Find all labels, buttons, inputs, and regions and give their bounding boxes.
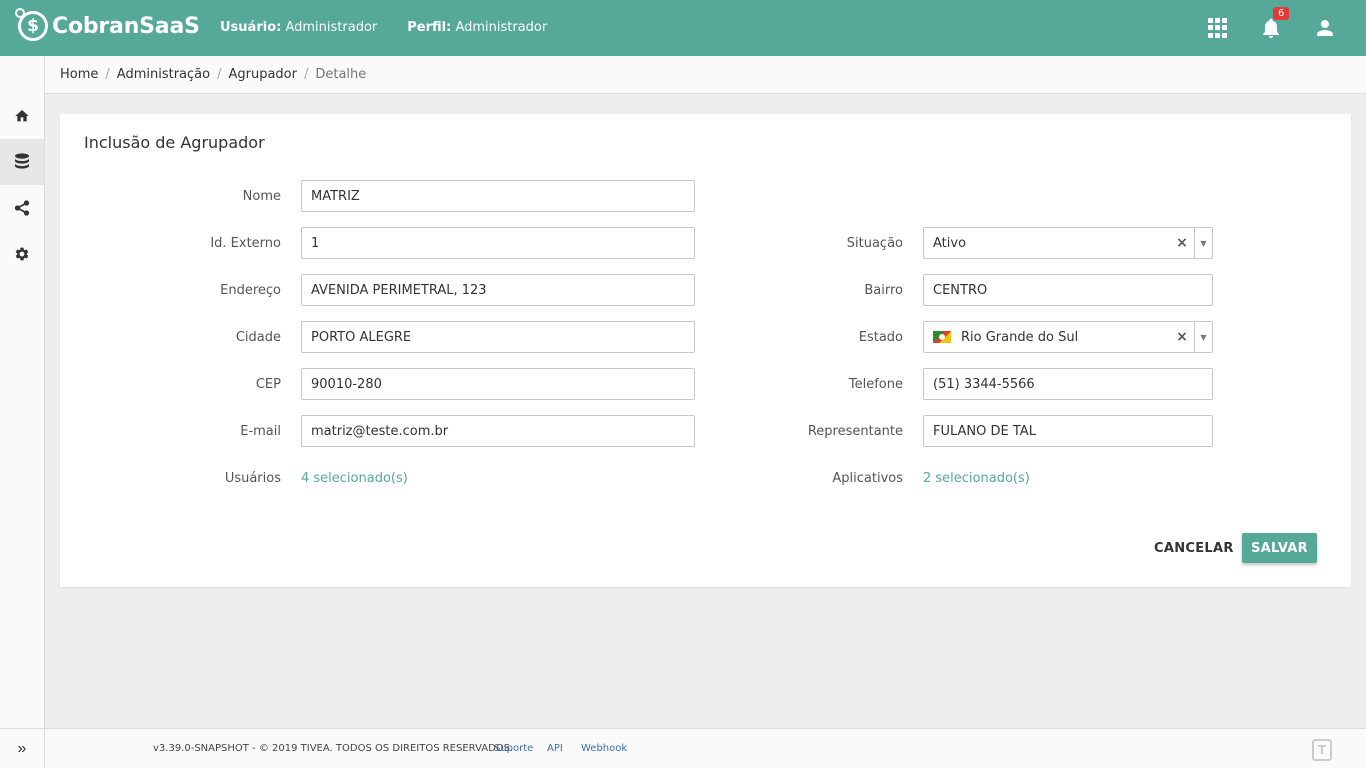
- state-flag-icon: [933, 331, 951, 343]
- save-button[interactable]: SALVAR: [1242, 533, 1317, 563]
- user-info-user: Usuário: Administrador: [220, 20, 378, 35]
- footer: v3.39.0-SNAPSHOT - © 2019 TIVEA. TODOS O…: [45, 728, 1366, 768]
- estado-label: Estado: [858, 330, 903, 345]
- representante-field[interactable]: [923, 415, 1213, 447]
- breadcrumb-agrupador[interactable]: Agrupador: [228, 67, 297, 82]
- sidebar-item-settings[interactable]: [0, 231, 44, 277]
- id-externo-label: Id. Externo: [210, 236, 281, 251]
- nome-field[interactable]: [301, 180, 695, 212]
- sidebar-expand-button[interactable]: »: [0, 728, 44, 768]
- bairro-input[interactable]: [933, 282, 1203, 298]
- nome-input[interactable]: [311, 188, 685, 204]
- sidebar: »: [0, 56, 45, 768]
- top-bar: CobranSaaS Usuário: Administrador Perfil…: [0, 0, 1366, 56]
- breadcrumb-detalhe: Detalhe: [315, 67, 367, 82]
- cidade-input[interactable]: [311, 329, 685, 345]
- representante-input[interactable]: [933, 423, 1203, 439]
- sidebar-item-database[interactable]: [0, 139, 44, 185]
- estado-select[interactable]: Rio Grande do Sul × ▼: [923, 321, 1213, 353]
- situacao-clear-icon[interactable]: ×: [1170, 235, 1194, 251]
- aplicativos-selection-link[interactable]: 2 selecionado(s): [923, 471, 1030, 486]
- tivea-logo-icon: T: [1312, 739, 1332, 761]
- cancel-button[interactable]: CANCELAR: [1154, 541, 1234, 556]
- footer-copyright: v3.39.0-SNAPSHOT - © 2019 TIVEA. TODOS O…: [153, 743, 514, 754]
- situacao-select[interactable]: Ativo × ▼: [923, 227, 1213, 259]
- apps-grid-icon[interactable]: [1206, 16, 1230, 40]
- usuarios-label: Usuários: [224, 471, 281, 486]
- page-title: Inclusão de Agrupador: [84, 133, 265, 152]
- coin-icon: [15, 8, 48, 41]
- sidebar-item-home[interactable]: [0, 93, 44, 139]
- endereco-input[interactable]: [311, 282, 685, 298]
- home-icon: [15, 110, 29, 122]
- cep-input[interactable]: [311, 376, 685, 392]
- endereco-field[interactable]: [301, 274, 695, 306]
- user-info-profile: Perfil: Administrador: [407, 20, 548, 35]
- breadcrumb: Home / Administração / Agrupador / Detal…: [45, 56, 1366, 94]
- estado-dropdown-arrow-icon[interactable]: ▼: [1194, 322, 1212, 352]
- cidade-label: Cidade: [235, 330, 281, 345]
- cep-field[interactable]: [301, 368, 695, 400]
- breadcrumb-home[interactable]: Home: [60, 67, 98, 82]
- id-externo-field[interactable]: [301, 227, 695, 259]
- nome-label: Nome: [242, 189, 281, 204]
- id-externo-input[interactable]: [311, 235, 685, 251]
- gear-icon: [15, 247, 29, 261]
- telefone-label: Telefone: [848, 377, 903, 392]
- bairro-field[interactable]: [923, 274, 1213, 306]
- estado-selected: Rio Grande do Sul: [924, 330, 1170, 345]
- user-info: Usuário: Administrador Perfil: Administr…: [220, 20, 547, 35]
- estado-clear-icon[interactable]: ×: [1170, 329, 1194, 345]
- breadcrumb-administracao[interactable]: Administração: [117, 67, 210, 82]
- email-field[interactable]: [301, 415, 695, 447]
- sidebar-item-share[interactable]: [0, 185, 44, 231]
- endereco-label: Endereço: [220, 283, 281, 298]
- database-icon: [15, 153, 29, 169]
- notification-count-badge: 6: [1273, 7, 1290, 20]
- share-icon: [14, 200, 30, 216]
- telefone-input[interactable]: [933, 376, 1203, 392]
- aplicativos-label: Aplicativos: [832, 471, 903, 486]
- telefone-field[interactable]: [923, 368, 1213, 400]
- cidade-field[interactable]: [301, 321, 695, 353]
- brand-logo[interactable]: CobranSaaS: [15, 8, 200, 41]
- bairro-label: Bairro: [864, 283, 903, 298]
- email-input[interactable]: [311, 423, 685, 439]
- situacao-selected-value: Ativo: [933, 235, 967, 251]
- footer-link-webhook[interactable]: Webhook: [581, 743, 627, 754]
- situacao-dropdown-arrow-icon[interactable]: ▼: [1194, 228, 1212, 258]
- estado-selected-value: Rio Grande do Sul: [961, 329, 1079, 345]
- representante-label: Representante: [807, 424, 903, 439]
- email-label: E-mail: [240, 424, 281, 439]
- situacao-label: Situação: [846, 236, 903, 251]
- brand-name: CobranSaaS: [52, 13, 200, 39]
- form-card: Inclusão de Agrupador Nome Id. Externo E…: [60, 114, 1351, 587]
- footer-link-api[interactable]: API: [547, 743, 563, 754]
- usuarios-selection-link[interactable]: 4 selecionado(s): [301, 471, 408, 486]
- cep-label: CEP: [255, 377, 281, 392]
- footer-link-suporte[interactable]: Suporte: [494, 743, 533, 754]
- user-account-icon[interactable]: [1313, 16, 1337, 40]
